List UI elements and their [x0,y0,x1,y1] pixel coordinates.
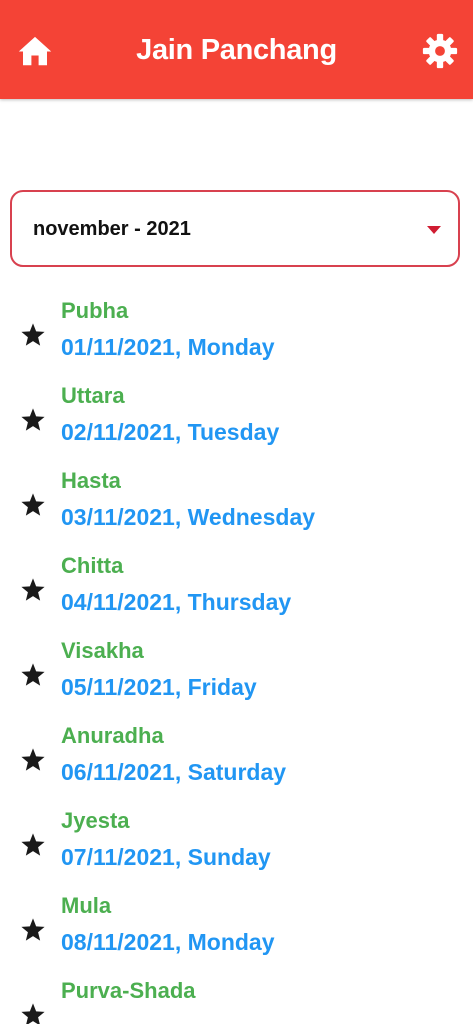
star-icon [20,407,46,433]
gear-icon [422,33,458,69]
nakshatra-label: Chitta [61,553,124,578]
star-icon [20,662,46,688]
star-icon [20,492,46,518]
star-icon [20,832,46,858]
nakshatra-label: Pubha [61,298,129,323]
nakshatra-label: Hasta [61,468,121,493]
month-dropdown-value: november - 2021 [33,218,191,240]
star-icon [20,1002,46,1024]
panchang-list: Pubha 01/11/2021, Monday Uttara 02/11/2021,… [0,293,473,1024]
nakshatra-label: Jyesta [61,808,130,833]
app-screen: Jain Panchang november - 2021 Pubha 01/1… [0,0,473,1024]
date-label: 03/11/2021, Wednesday [61,504,316,530]
settings-button[interactable] [421,32,459,70]
list-item[interactable]: Anuradha 06/11/2021, Saturday [0,718,473,803]
list-item[interactable]: Chitta 04/11/2021, Thursday [0,548,473,633]
date-label: 05/11/2021, Friday [61,674,257,700]
list-item[interactable]: Hasta 03/11/2021, Wednesday [0,463,473,548]
nakshatra-label: Purva-Shada [61,978,196,1003]
nakshatra-label: Uttara [61,383,125,408]
nakshatra-label: Anuradha [61,723,164,748]
page-title: Jain Panchang [136,34,337,66]
chevron-down-icon [427,226,441,234]
star-icon [20,917,46,943]
list-item[interactable]: Mula 08/11/2021, Monday [0,888,473,973]
star-icon [20,322,46,348]
date-label: 08/11/2021, Monday [61,929,275,955]
app-header: Jain Panchang [0,0,473,99]
star-icon [20,577,46,603]
list-item[interactable]: Visakha 05/11/2021, Friday [0,633,473,718]
list-item[interactable]: Purva-Shada [0,973,473,1024]
nakshatra-label: Mula [61,893,112,918]
star-icon [20,747,46,773]
month-dropdown[interactable]: november - 2021 [10,190,460,267]
date-label: 07/11/2021, Sunday [61,844,271,870]
date-label: 06/11/2021, Saturday [61,759,287,785]
date-label: 01/11/2021, Monday [61,334,275,360]
date-label: 02/11/2021, Tuesday [61,419,280,445]
list-item[interactable]: Uttara 02/11/2021, Tuesday [0,378,473,463]
list-item[interactable]: Jyesta 07/11/2021, Sunday [0,803,473,888]
nakshatra-label: Visakha [61,638,144,663]
date-label: 04/11/2021, Thursday [61,589,292,615]
list-item[interactable]: Pubha 01/11/2021, Monday [0,293,473,378]
